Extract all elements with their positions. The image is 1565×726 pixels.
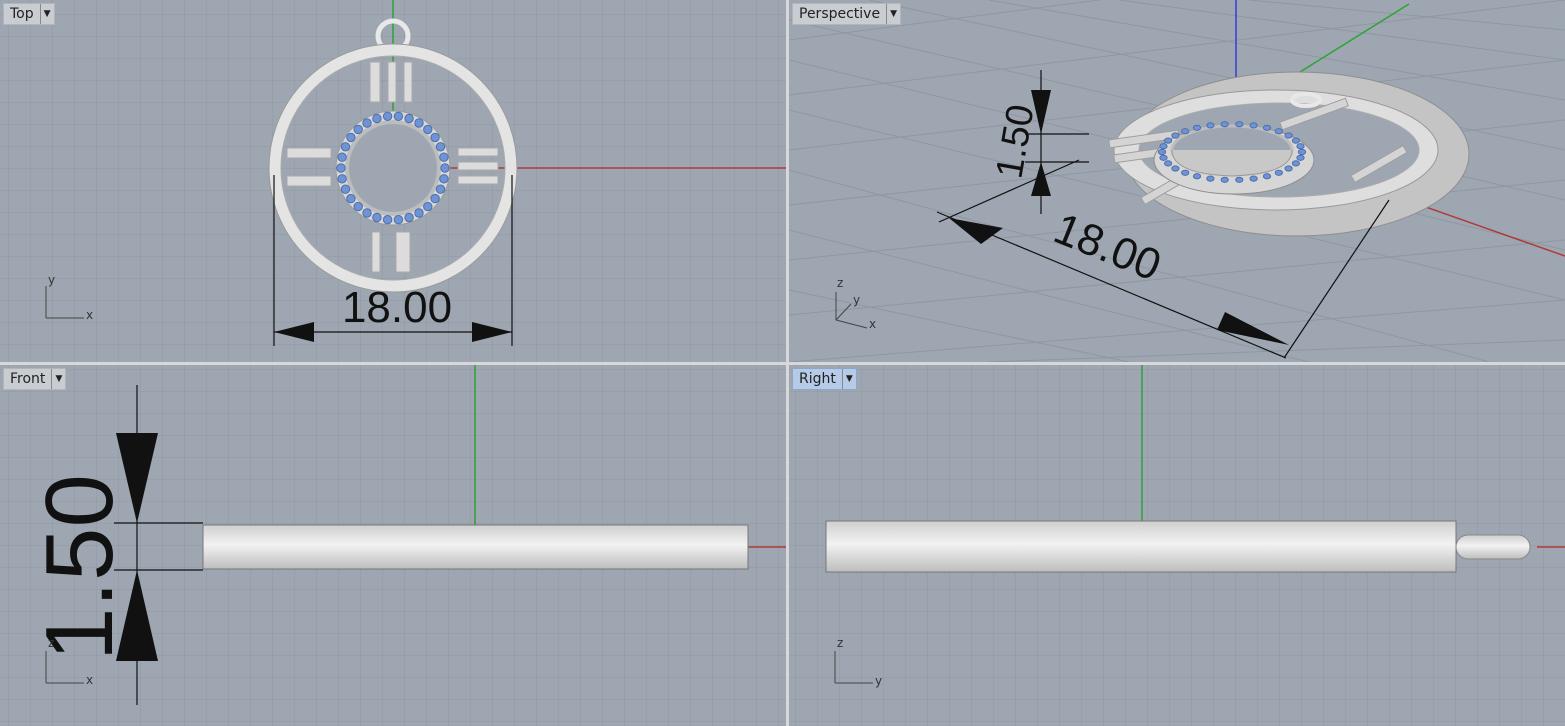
pendant-front	[202, 524, 749, 570]
gem	[1220, 121, 1229, 128]
dropdown-arrow-icon[interactable]: ▼	[51, 369, 65, 389]
gem	[382, 215, 393, 225]
svg-text:y: y	[48, 273, 55, 287]
gem	[340, 142, 351, 152]
svg-text:z: z	[837, 276, 843, 290]
viewport-title: Perspective	[799, 6, 881, 22]
gem	[404, 113, 414, 124]
dropdown-arrow-icon[interactable]: ▼	[886, 4, 900, 24]
gem	[435, 184, 446, 194]
gem	[1159, 143, 1168, 150]
viewport-title: Front	[10, 371, 46, 387]
gem	[1297, 148, 1307, 156]
gem	[1171, 165, 1180, 172]
right-grid: z y	[789, 365, 1565, 726]
dimension-label-top: 18.00	[342, 283, 452, 332]
viewport-front[interactable]: 1.50 z x Front ▼	[0, 365, 786, 726]
gem	[439, 174, 449, 184]
gem	[430, 132, 440, 143]
gem	[414, 208, 424, 218]
viewport-top[interactable]: 18.00 y x Top ▼	[0, 0, 786, 362]
dimension-label-perspective-width: 18.00	[1047, 204, 1167, 291]
gem	[1296, 143, 1305, 150]
gem	[337, 174, 347, 184]
viewport-perspective[interactable]: 18.00 1.50 z y x Perspective ▼	[789, 0, 1565, 362]
svg-text:y: y	[875, 674, 882, 688]
gem	[353, 124, 363, 135]
svg-text:x: x	[86, 308, 93, 322]
gem	[372, 212, 382, 223]
gem	[1296, 154, 1305, 161]
gem	[1235, 121, 1244, 128]
gem	[1291, 160, 1300, 167]
gem	[1164, 160, 1173, 167]
gem	[1249, 122, 1258, 129]
gem	[1220, 176, 1229, 183]
gem	[340, 184, 351, 194]
gem	[1192, 124, 1202, 131]
gem	[1274, 128, 1283, 135]
gem	[1284, 132, 1293, 139]
viewport-title: Top	[10, 6, 34, 22]
gem	[336, 163, 346, 173]
gem	[353, 201, 363, 212]
gem	[346, 193, 356, 204]
gem	[1274, 169, 1283, 176]
svg-text:z: z	[48, 636, 54, 650]
gem	[1181, 169, 1190, 176]
dropdown-arrow-icon[interactable]: ▼	[39, 4, 54, 24]
pendant-perspective	[1108, 71, 1470, 237]
top-grid: 18.00 y x	[0, 0, 786, 362]
svg-text:x: x	[869, 317, 876, 331]
gem	[1235, 176, 1244, 183]
perspective-grid: 18.00 1.50 z y x	[789, 0, 1565, 362]
axis-indicator-perspective: z y x	[835, 276, 876, 331]
gem	[393, 215, 404, 225]
gem	[414, 118, 424, 128]
gem	[362, 208, 372, 218]
gem	[362, 118, 372, 128]
gem	[393, 111, 404, 122]
gem	[1291, 137, 1300, 144]
gem	[337, 152, 347, 162]
gem	[1157, 148, 1167, 156]
gem	[1159, 154, 1168, 161]
gem	[1164, 137, 1173, 144]
viewport-title: Right	[799, 371, 836, 387]
svg-text:y: y	[853, 293, 860, 307]
gem	[1171, 132, 1180, 139]
gem	[1262, 124, 1272, 131]
gem	[439, 152, 449, 162]
pendant-right	[825, 520, 1531, 573]
viewport-tab-perspective[interactable]: Perspective ▼	[792, 3, 902, 25]
svg-text:z: z	[837, 636, 843, 650]
gem	[1284, 165, 1293, 172]
viewport-tab-right[interactable]: Right ▼	[792, 368, 857, 390]
gem	[423, 124, 433, 135]
gem	[1192, 173, 1202, 180]
viewport-tab-front[interactable]: Front ▼	[3, 368, 67, 390]
gem	[1206, 175, 1215, 182]
gem	[404, 212, 414, 223]
gem	[372, 113, 382, 124]
gem	[435, 142, 446, 152]
gem	[346, 132, 356, 143]
gem	[440, 163, 450, 173]
dimension-label-front: 1.50	[26, 474, 133, 661]
dimension-label-perspective-height: 1.50	[989, 101, 1043, 181]
gem	[1206, 122, 1215, 129]
gem	[382, 111, 393, 122]
svg-text:x: x	[86, 673, 93, 687]
gem	[423, 201, 433, 212]
dropdown-arrow-icon[interactable]: ▼	[841, 369, 856, 389]
viewport-right[interactable]: z y Right ▼	[789, 365, 1565, 726]
gem	[1249, 175, 1258, 182]
gem	[430, 193, 440, 204]
gem	[1262, 173, 1272, 180]
front-grid: 1.50 z x	[0, 365, 786, 726]
gem	[1181, 128, 1190, 135]
viewport-tab-top[interactable]: Top ▼	[3, 3, 55, 25]
